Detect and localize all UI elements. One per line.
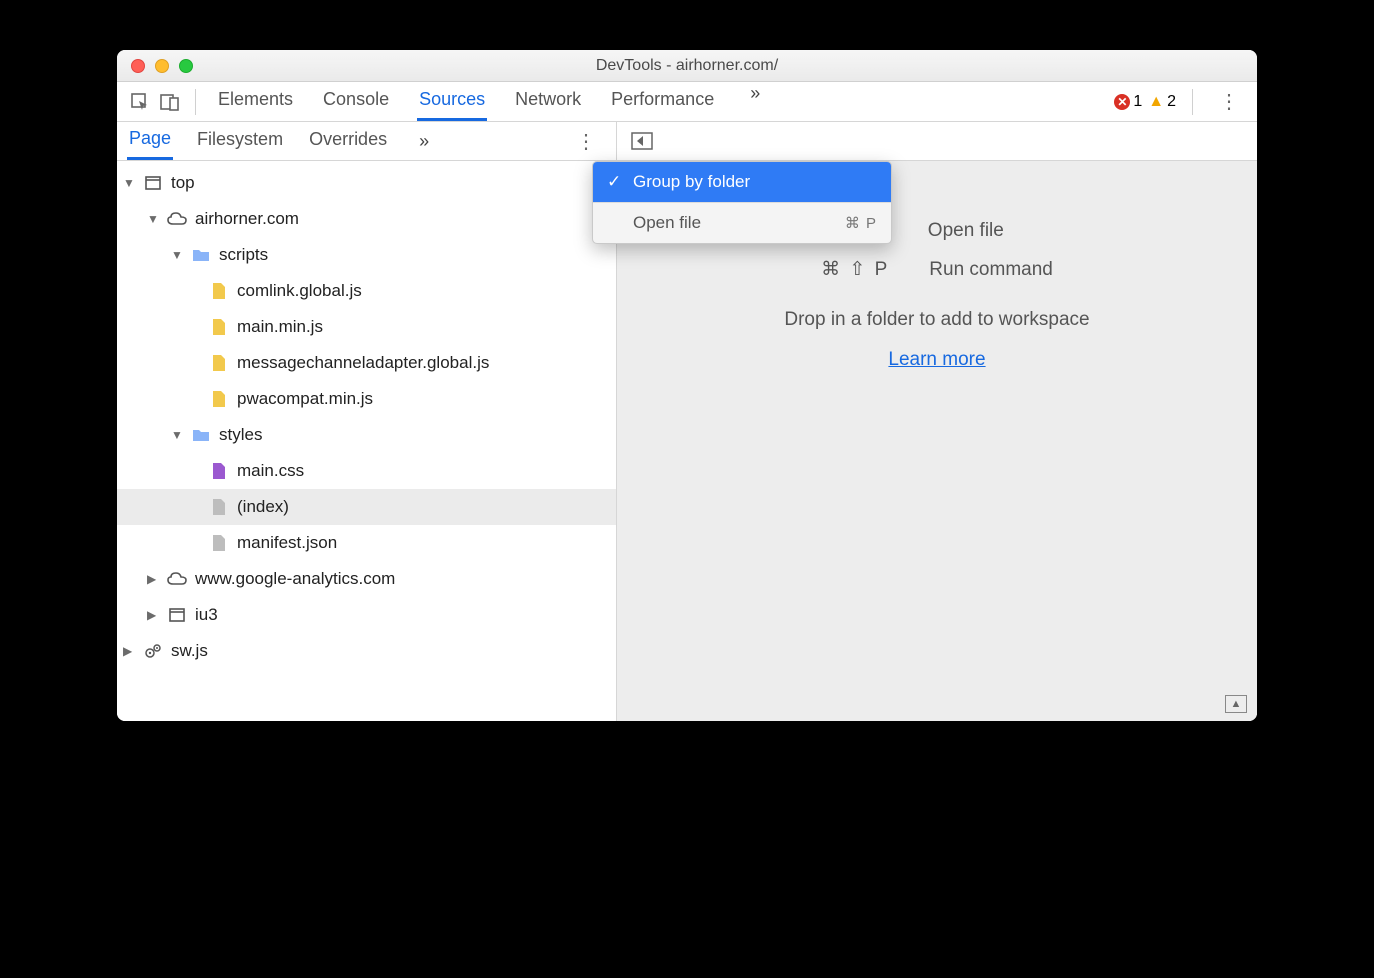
shortcut-keys: ⌘ ⇧ P <box>821 258 889 281</box>
subtab-page[interactable]: Page <box>127 123 173 160</box>
toggle-navigator-icon[interactable] <box>627 127 657 155</box>
gears-icon <box>143 643 163 659</box>
tree-node-file[interactable]: messagechanneladapter.global.js <box>117 345 616 381</box>
cloud-icon <box>167 572 187 586</box>
tree-label: top <box>171 173 195 193</box>
more-subtabs-icon[interactable]: » <box>411 131 437 152</box>
triangle-right-icon: ▶ <box>147 608 159 622</box>
more-tabs-icon[interactable]: » <box>742 83 768 121</box>
tree-label: main.min.js <box>237 317 323 337</box>
hint-run-command: ⌘ ⇧ P Run command <box>821 258 1053 281</box>
menu-label: Group by folder <box>633 172 750 192</box>
tree-label: (index) <box>237 497 289 517</box>
tree-node-file-selected[interactable]: (index) <box>117 489 616 525</box>
menu-shortcut: ⌘ P <box>845 214 877 232</box>
triangle-right-icon: ▶ <box>147 572 159 586</box>
warning-icon: ▲ <box>1148 93 1164 111</box>
css-file-icon <box>209 463 229 479</box>
tree-node-top[interactable]: ▼ top <box>117 165 616 201</box>
learn-more-link[interactable]: Learn more <box>888 349 985 371</box>
document-icon <box>209 535 229 551</box>
tree-node-folder[interactable]: ▼ styles <box>117 417 616 453</box>
menu-item-group-by-folder[interactable]: ✓ Group by folder <box>593 162 891 202</box>
tree-label: comlink.global.js <box>237 281 362 301</box>
frame-icon <box>167 608 187 622</box>
tree-node-file[interactable]: main.min.js <box>117 309 616 345</box>
drop-hint: Drop in a folder to add to workspace <box>784 309 1089 331</box>
settings-menu-icon[interactable]: ⋮ <box>1209 89 1249 114</box>
error-icon: ✕ <box>1114 94 1130 110</box>
triangle-down-icon: ▼ <box>123 176 135 190</box>
sources-subtabs: Page Filesystem Overrides » ⋮ <box>117 122 617 160</box>
js-file-icon <box>209 355 229 371</box>
triangle-down-icon: ▼ <box>171 248 183 262</box>
navigator-context-menu: ✓ Group by folder Open file ⌘ P <box>592 161 892 244</box>
tree-node-sw[interactable]: ▶ sw.js <box>117 633 616 669</box>
menu-item-open-file[interactable]: Open file ⌘ P <box>593 203 891 243</box>
tree-node-file[interactable]: pwacompat.min.js <box>117 381 616 417</box>
check-icon: ✓ <box>607 172 623 192</box>
triangle-down-icon: ▼ <box>147 212 159 226</box>
tree-node-folder[interactable]: ▼ scripts <box>117 237 616 273</box>
tab-performance[interactable]: Performance <box>609 83 716 121</box>
window-title: DevTools - airhorner.com/ <box>117 57 1257 75</box>
subtab-filesystem[interactable]: Filesystem <box>195 124 285 158</box>
tree-label: iu3 <box>195 605 218 625</box>
tab-elements[interactable]: Elements <box>216 83 295 121</box>
titlebar: DevTools - airhorner.com/ <box>117 50 1257 82</box>
triangle-down-icon: ▼ <box>171 428 183 442</box>
cloud-icon <box>167 212 187 226</box>
warning-count-badge[interactable]: ▲ 2 <box>1148 93 1176 111</box>
tree-label: pwacompat.min.js <box>237 389 373 409</box>
tree-node-file[interactable]: main.css <box>117 453 616 489</box>
main-toolbar: Elements Console Sources Network Perform… <box>117 82 1257 161</box>
folder-icon <box>191 428 211 442</box>
hint-label: Run command <box>929 259 1053 281</box>
inspect-icon[interactable] <box>125 88 155 116</box>
editor-pane: ⌘ P P Open file ⌘ ⇧ P Run command Drop i… <box>617 161 1257 721</box>
tree-node-file[interactable]: comlink.global.js <box>117 273 616 309</box>
body: ▼ top ▼ airhorner.com ▼ scripts comlink.… <box>117 161 1257 721</box>
tree-label: messagechanneladapter.global.js <box>237 353 489 373</box>
tab-console[interactable]: Console <box>321 83 391 121</box>
js-file-icon <box>209 319 229 335</box>
error-count: 1 <box>1133 93 1142 111</box>
triangle-right-icon: ▶ <box>123 644 135 658</box>
devtools-window: DevTools - airhorner.com/ Elements Conso… <box>117 50 1257 721</box>
tab-sources[interactable]: Sources <box>417 83 487 121</box>
error-count-badge[interactable]: ✕ 1 <box>1114 93 1142 111</box>
js-file-icon <box>209 283 229 299</box>
subtab-overrides[interactable]: Overrides <box>307 124 389 158</box>
tree-label: main.css <box>237 461 304 481</box>
tree-label: manifest.json <box>237 533 337 553</box>
tree-node-frame[interactable]: ▶ iu3 <box>117 597 616 633</box>
file-tree: ▼ top ▼ airhorner.com ▼ scripts comlink.… <box>117 161 617 721</box>
device-toggle-icon[interactable] <box>155 88 185 116</box>
separator <box>1192 89 1193 115</box>
tab-network[interactable]: Network <box>513 83 583 121</box>
tree-node-file[interactable]: manifest.json <box>117 525 616 561</box>
separator <box>195 89 196 115</box>
panel-tabs: Elements Console Sources Network Perform… <box>216 83 768 121</box>
folder-icon <box>191 248 211 262</box>
menu-label: Open file <box>633 213 701 233</box>
tree-label: sw.js <box>171 641 208 661</box>
tree-label: styles <box>219 425 262 445</box>
warning-count: 2 <box>1167 93 1176 111</box>
tree-label: airhorner.com <box>195 209 299 229</box>
tree-label: www.google-analytics.com <box>195 569 395 589</box>
frame-icon <box>143 176 163 190</box>
drawer-toggle-icon[interactable]: ▲ <box>1225 695 1247 713</box>
tree-node-domain[interactable]: ▼ airhorner.com <box>117 201 616 237</box>
document-icon <box>209 499 229 515</box>
tree-label: scripts <box>219 245 268 265</box>
js-file-icon <box>209 391 229 407</box>
navigator-menu-icon[interactable]: ⋮ <box>566 129 606 154</box>
tree-node-domain[interactable]: ▶ www.google-analytics.com <box>117 561 616 597</box>
hint-label: Open file <box>928 220 1004 242</box>
